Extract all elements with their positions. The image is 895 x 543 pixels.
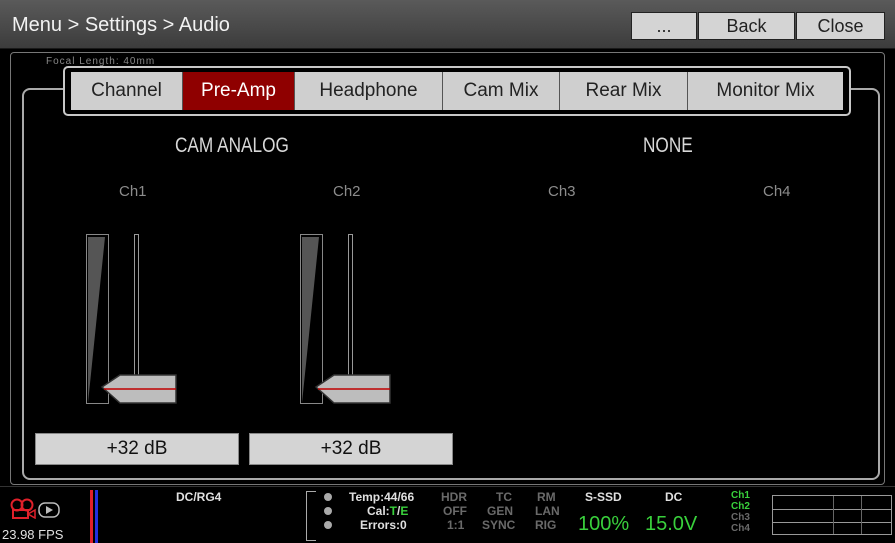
rm-rig: RIG (535, 518, 557, 532)
tc-sync: SYNC (482, 518, 516, 532)
hdr-ratio: 1:1 (447, 518, 465, 532)
rm-label: RM (537, 490, 556, 504)
errors-readout: Errors:0 (360, 518, 407, 532)
audio-meter-blue (95, 490, 98, 543)
ch1-preamp-value[interactable]: +32 dB (35, 433, 239, 465)
audio-tabs: Channel Pre-Amp Headphone Cam Mix Rear M… (63, 66, 851, 116)
status-dot-3 (324, 521, 332, 529)
channel-label-ch1: Ch1 (119, 183, 147, 200)
audio-ch4-indicator: Ch4 (731, 523, 750, 534)
status-bar: 23.98 FPS DC/RG4 Temp:44/66 Cal:T/E Erro… (0, 486, 895, 543)
power-label: DC (665, 490, 683, 504)
tab-headphone[interactable]: Headphone (295, 72, 443, 110)
channel-label-ch2: Ch2 (333, 183, 361, 200)
breadcrumb: Menu > Settings > Audio (12, 14, 230, 36)
back-button[interactable]: Back (698, 12, 795, 40)
storage-label: S-SSD (585, 490, 622, 504)
bracket-icon (306, 491, 316, 541)
ch2-slider-handle[interactable] (314, 373, 392, 405)
rm-lan: LAN (535, 504, 560, 518)
fps-readout: 23.98 FPS (2, 527, 64, 542)
channel-label-ch3: Ch3 (548, 183, 576, 200)
audio-ch1-indicator: Ch1 (731, 490, 750, 501)
storage-value: 100% (578, 513, 630, 535)
hdr-value: OFF (443, 504, 467, 518)
title-bar: Menu > Settings > Audio ... Back Close (0, 0, 895, 49)
temp-readout: Temp:44/66 (349, 490, 415, 504)
play-icon[interactable] (38, 502, 60, 518)
preamp-panel (22, 88, 880, 480)
audio-ch2-indicator: Ch2 (731, 501, 750, 512)
media-readout: DC/RG4 (176, 490, 222, 504)
more-button[interactable]: ... (631, 12, 697, 40)
tc-label: TC (496, 490, 512, 504)
cal-readout: Cal:T/E (367, 504, 409, 518)
status-dot-2 (324, 507, 332, 515)
tc-mode: GEN (487, 504, 514, 518)
audio-level-meters (772, 495, 892, 535)
close-button[interactable]: Close (796, 12, 885, 40)
tab-rear-mix[interactable]: Rear Mix (560, 72, 688, 110)
tab-channel[interactable]: Channel (71, 72, 183, 110)
record-camera-icon[interactable] (10, 497, 36, 519)
audio-ch3-indicator: Ch3 (731, 512, 750, 523)
group-none-label: NONE (643, 134, 693, 157)
ch1-slider-handle[interactable] (100, 373, 178, 405)
tab-pre-amp[interactable]: Pre-Amp (183, 72, 295, 110)
status-dot-1 (324, 493, 332, 501)
power-value: 15.0V (645, 513, 698, 535)
tab-monitor-mix[interactable]: Monitor Mix (688, 72, 843, 110)
hdr-label: HDR (441, 490, 467, 504)
tab-cam-mix[interactable]: Cam Mix (443, 72, 560, 110)
channel-label-ch4: Ch4 (763, 183, 791, 200)
group-cam-analog-label: CAM ANALOG (175, 134, 289, 157)
audio-meter-red (90, 490, 93, 543)
ch2-preamp-value[interactable]: +32 dB (249, 433, 453, 465)
